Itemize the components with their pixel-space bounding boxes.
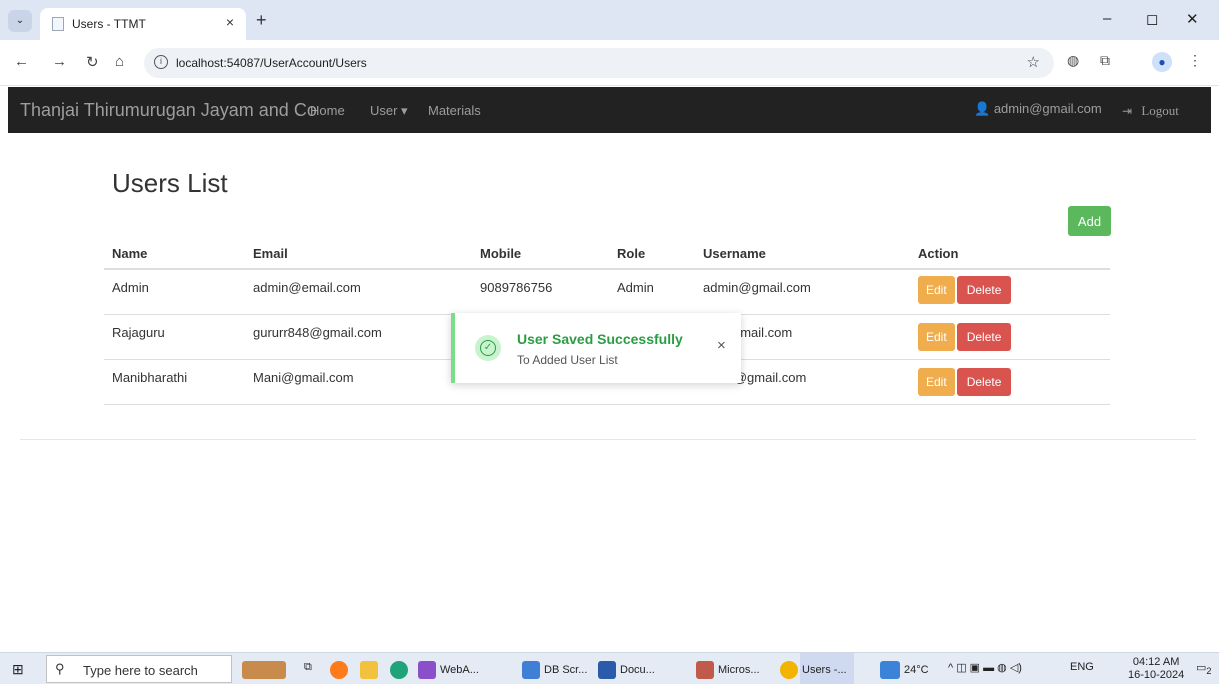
current-user-email: admin@gmail.com bbox=[993, 101, 1102, 116]
check-circle-icon: ✓ bbox=[475, 335, 501, 361]
sql-tools-icon bbox=[696, 661, 714, 679]
user-icon: 👤 bbox=[974, 101, 991, 116]
cell-actions: Edit Delete bbox=[910, 314, 1110, 360]
new-tab-button[interactable]: + bbox=[256, 10, 267, 31]
cell-name: Manibharathi bbox=[104, 359, 245, 405]
column-header-username: Username bbox=[695, 236, 910, 270]
cell-email: Mani@gmail.com bbox=[245, 359, 472, 405]
site-brand[interactable]: Thanjai Thirumurugan Jayam and Co bbox=[20, 100, 317, 121]
column-header-role: Role bbox=[609, 236, 695, 270]
cell-actions: Edit Delete bbox=[910, 269, 1110, 315]
home-icon[interactable]: ⌂ bbox=[115, 53, 124, 70]
edit-button[interactable]: Edit bbox=[918, 276, 955, 304]
window-maximize-button[interactable]: ◻ bbox=[1146, 10, 1158, 28]
delete-button[interactable]: Delete bbox=[956, 276, 1012, 304]
firefox-icon[interactable] bbox=[330, 661, 352, 679]
table-header-row: Name Email Mobile Role Username Action bbox=[104, 236, 1110, 270]
taskbar-app-visual-studio[interactable]: WebA... bbox=[418, 661, 479, 679]
cell-role: Admin bbox=[609, 269, 695, 315]
chrome-icon bbox=[780, 661, 798, 679]
table-row: Admin admin@email.com 9089786756 Admin a… bbox=[104, 269, 1110, 315]
site-navbar: Thanjai Thirumurugan Jayam and Co Home U… bbox=[8, 87, 1211, 133]
browser-tab-users[interactable]: Users - TTMT × bbox=[40, 8, 246, 40]
visual-studio-icon bbox=[418, 661, 436, 679]
tab-close-icon[interactable]: × bbox=[226, 14, 234, 30]
database-icon bbox=[522, 661, 540, 679]
browser-tab-strip: ⌄ Users - TTMT × + – ◻ ✕ bbox=[0, 0, 1219, 40]
content-divider bbox=[20, 439, 1196, 440]
edit-button[interactable]: Edit bbox=[918, 322, 955, 351]
cell-email: admin@email.com bbox=[245, 269, 472, 315]
taskbar-app-chrome[interactable]: Users -... bbox=[780, 661, 847, 679]
nav-home-link[interactable]: Home bbox=[310, 103, 345, 118]
tab-title: Users - TTMT bbox=[72, 17, 146, 31]
taskbar-app-word[interactable]: Docu... bbox=[598, 661, 655, 679]
logout-label: Logout bbox=[1141, 103, 1179, 118]
window-minimize-button[interactable]: – bbox=[1103, 10, 1111, 27]
logout-icon: ⇥ bbox=[1122, 104, 1133, 118]
reload-icon[interactable]: ↻ bbox=[86, 53, 99, 71]
file-explorer-icon[interactable] bbox=[360, 661, 382, 679]
address-bar[interactable]: i localhost:54087/UserAccount/Users ☆ bbox=[144, 48, 1054, 78]
windows-taskbar: ⊞ ⚲ Type here to search ⧉ WebA... DB Scr… bbox=[0, 652, 1219, 684]
window-close-button[interactable]: ✕ bbox=[1186, 10, 1199, 28]
clock-date: 16-10-2024 bbox=[1128, 669, 1185, 681]
nav-user-dropdown[interactable]: User ▾ bbox=[370, 103, 408, 119]
taskbar-app-db-script[interactable]: DB Scr... bbox=[522, 661, 587, 679]
column-header-action: Action bbox=[910, 236, 1110, 270]
weather-icon bbox=[880, 661, 900, 679]
nav-current-user[interactable]: 👤 admin@gmail.com bbox=[974, 101, 1102, 117]
nav-materials-link[interactable]: Materials bbox=[428, 103, 481, 118]
cell-email: gururr848@gmail.com bbox=[245, 314, 472, 360]
toast-message: To Added User List bbox=[517, 353, 618, 367]
toast-title: User Saved Successfully bbox=[517, 331, 683, 347]
edit-button[interactable]: Edit bbox=[918, 367, 955, 396]
success-toast: ✓ User Saved Successfully To Added User … bbox=[451, 313, 741, 383]
system-tray-icons[interactable]: ^ ◫ ▣ ▬ ◍ ◁) bbox=[948, 661, 1022, 674]
extensions-puzzle-icon[interactable]: ⧉ bbox=[1100, 52, 1110, 69]
cell-username: admin@gmail.com bbox=[695, 269, 910, 315]
url-text[interactable]: localhost:54087/UserAccount/Users bbox=[176, 56, 367, 70]
cell-actions: Edit Delete bbox=[910, 359, 1110, 405]
forward-arrow-icon[interactable]: → bbox=[52, 53, 67, 70]
taskbar-search-box[interactable]: ⚲ Type here to search bbox=[46, 655, 232, 683]
add-user-button[interactable]: Add bbox=[1068, 206, 1111, 236]
search-icon: ⚲ bbox=[55, 661, 65, 676]
search-highlight-icon[interactable] bbox=[242, 661, 290, 679]
toast-close-icon[interactable]: × bbox=[717, 337, 726, 354]
page-title: Users List bbox=[112, 168, 228, 198]
cell-name: Rajaguru bbox=[104, 314, 245, 360]
column-header-name: Name bbox=[104, 236, 245, 270]
input-language[interactable]: ENG bbox=[1070, 661, 1094, 673]
system-clock[interactable]: 04:12 AM 16-10-2024 bbox=[1128, 656, 1184, 682]
delete-button[interactable]: Delete bbox=[956, 367, 1012, 396]
logout-link[interactable]: ⇥ Logout bbox=[1122, 103, 1179, 119]
browser-menu-icon[interactable]: ⋮ bbox=[1188, 52, 1202, 69]
taskbar-app-microsoft[interactable]: Micros... bbox=[696, 661, 760, 679]
profile-avatar-icon[interactable]: ● bbox=[1152, 52, 1172, 72]
weather-widget[interactable]: 24°C bbox=[880, 661, 929, 679]
clock-time: 04:12 AM bbox=[1132, 656, 1180, 668]
delete-button[interactable]: Delete bbox=[956, 322, 1012, 351]
cell-name: Admin bbox=[104, 269, 245, 315]
task-view-icon[interactable]: ⧉ bbox=[304, 661, 312, 674]
cell-mobile: 9089786756 bbox=[472, 269, 609, 315]
extension-globe-icon[interactable]: ◍ bbox=[1067, 52, 1079, 69]
back-arrow-icon[interactable]: ← bbox=[14, 53, 29, 70]
word-icon bbox=[598, 661, 616, 679]
windows-start-icon[interactable]: ⊞ bbox=[12, 661, 24, 678]
bookmark-star-icon[interactable]: ☆ bbox=[1027, 53, 1040, 71]
column-header-mobile: Mobile bbox=[472, 236, 609, 270]
edge-icon[interactable] bbox=[390, 661, 412, 679]
taskbar-search-placeholder: Type here to search bbox=[83, 663, 198, 678]
site-info-icon[interactable]: i bbox=[154, 55, 168, 69]
tab-search-button[interactable]: ⌄ bbox=[8, 10, 32, 32]
notification-center-icon[interactable]: ▭2 bbox=[1196, 661, 1212, 676]
browser-toolbar: ← → ↻ ⌂ i localhost:54087/UserAccount/Us… bbox=[0, 40, 1219, 86]
notification-count: 2 bbox=[1206, 666, 1212, 677]
page-favicon-icon bbox=[52, 17, 64, 31]
column-header-email: Email bbox=[245, 236, 472, 270]
